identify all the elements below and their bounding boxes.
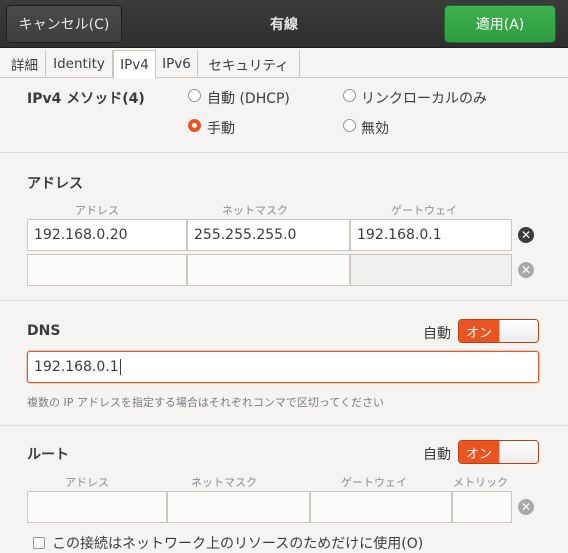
divider (0, 425, 568, 426)
route-gateway-column-header: ゲートウェイ (341, 476, 407, 489)
radio-manual-label[interactable]: 手動 (207, 118, 235, 138)
dns-auto-label: 自動 (423, 326, 451, 342)
dns-input-value: 192.168.0.1 (34, 359, 119, 375)
switch-knob (499, 320, 538, 342)
radio-manual[interactable] (188, 119, 201, 132)
tab-ipv6[interactable]: IPv6 (156, 50, 198, 78)
route-address-field[interactable] (27, 491, 167, 523)
radio-dhcp[interactable] (188, 89, 201, 102)
divider (0, 300, 568, 301)
resources-only-label[interactable]: この接続はネットワーク上のリソースのためだけに使用(O) (52, 533, 423, 553)
clear-route-icon-disabled: ✕ (518, 499, 534, 515)
addresses-title: アドレス (27, 176, 83, 192)
header-bar: キャンセル(C) 有線 適用(A) (0, 0, 568, 48)
switch-on-label: オン (459, 320, 499, 342)
switch-knob (499, 441, 538, 463)
resources-only-checkbox[interactable] (33, 537, 45, 549)
gateway-column-header: ゲートウェイ (391, 204, 457, 217)
dns-title: DNS (27, 323, 61, 339)
tab-identity[interactable]: Identity (46, 50, 113, 78)
radio-disabled-label[interactable]: 無効 (361, 118, 389, 138)
address-column-header: アドレス (75, 204, 119, 217)
tab-ipv4[interactable]: IPv4 (113, 50, 156, 79)
route-gateway-field[interactable] (310, 491, 452, 523)
routes-auto-label: 自動 (423, 447, 451, 463)
netmask-column-header: ネットマスク (222, 204, 288, 217)
clear-row-icon[interactable]: ✕ (518, 227, 534, 243)
netmask-field-empty[interactable] (187, 254, 350, 286)
tab-details[interactable]: 詳細 (4, 50, 46, 78)
clear-row-icon-disabled: ✕ (518, 262, 534, 278)
tab-bar: 詳細 Identity IPv4 IPv6 セキュリティ (0, 48, 568, 79)
method-label: IPv4 メソッド(4) (27, 91, 145, 107)
gateway-field-empty[interactable] (350, 254, 512, 286)
radio-link-local[interactable] (343, 89, 356, 102)
route-address-column-header: アドレス (65, 476, 109, 489)
divider (0, 152, 568, 153)
route-metric-field[interactable] (452, 491, 512, 523)
route-netmask-field[interactable] (167, 491, 310, 523)
routes-title: ルート (27, 447, 69, 463)
tab-security[interactable]: セキュリティ (198, 50, 300, 78)
radio-dhcp-label[interactable]: 自動 (DHCP) (207, 88, 290, 108)
apply-button[interactable]: 適用(A) (444, 5, 556, 43)
routes-auto-switch[interactable]: オン (458, 440, 539, 464)
dns-hint: 複数の IP アドレスを指定する場合はそれぞれコンマで区切ってください (27, 396, 384, 409)
dns-input[interactable]: 192.168.0.1 (27, 351, 539, 383)
dns-auto-switch[interactable]: オン (458, 319, 539, 343)
radio-link-local-label[interactable]: リンクローカルのみ (361, 88, 487, 108)
address-field-empty[interactable] (27, 254, 187, 286)
route-metric-column-header: メトリック (453, 476, 508, 489)
netmask-field[interactable]: 255.255.255.0 (187, 219, 350, 251)
switch-on-label: オン (459, 441, 499, 463)
route-netmask-column-header: ネットマスク (191, 476, 257, 489)
gateway-field[interactable]: 192.168.0.1 (350, 219, 512, 251)
radio-disabled[interactable] (343, 119, 356, 132)
text-caret (119, 359, 121, 375)
address-field[interactable]: 192.168.0.20 (27, 219, 187, 251)
